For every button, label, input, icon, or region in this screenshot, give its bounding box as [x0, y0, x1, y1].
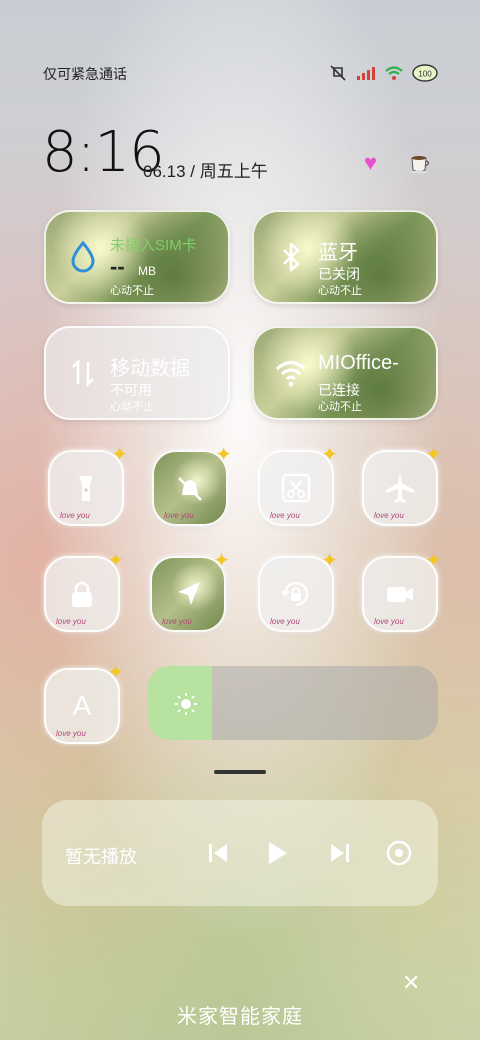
lock-icon [64, 576, 100, 612]
scissors-icon [278, 470, 314, 506]
screenshot-button[interactable]: ✦ love you [258, 444, 338, 526]
mobile-data-tile-title: 移动数据 [110, 358, 190, 380]
bluetooth-tile-title: 蓝牙 [318, 242, 358, 264]
love-you-text: love you [60, 511, 90, 520]
wifi-icon [274, 356, 308, 390]
wifi-tile-status: 已连接 [318, 382, 360, 398]
clock-date: 06.13 / 周五上午 [143, 162, 268, 181]
love-you-text: love you [374, 617, 404, 626]
media-player: 暂无播放 [42, 800, 438, 906]
love-you-text: love you [164, 511, 194, 520]
airplane-icon [382, 470, 418, 506]
media-status-text: 暂无播放 [65, 847, 137, 867]
sim-tile-value: -- [110, 254, 125, 279]
sparkle-icon: ✦ [425, 550, 442, 572]
screen-record-button[interactable]: ✦ love you [362, 550, 442, 632]
rotation-lock-button[interactable]: ✦ love you [258, 550, 338, 632]
love-you-text: love you [270, 511, 300, 520]
location-arrow-icon [170, 576, 206, 612]
brightness-slider[interactable] [148, 666, 438, 740]
mobile-data-arrows-icon [66, 356, 100, 390]
status-carrier-text: 仅可紧急通话 [43, 66, 127, 82]
wifi-tile[interactable]: MIOffice- 已连接 心动不止 [252, 326, 438, 420]
flashlight-icon [68, 470, 104, 506]
play-icon[interactable] [264, 838, 290, 868]
next-track-icon[interactable] [326, 838, 352, 868]
drag-handle[interactable] [214, 770, 266, 774]
sim-tile-unit: MB [138, 264, 156, 278]
wifi-status-icon [384, 65, 404, 86]
svg-text:100: 100 [418, 70, 432, 79]
rotation-lock-icon [278, 576, 314, 612]
bell-off-icon [172, 470, 208, 506]
heart-icon: ♥ [364, 150, 378, 175]
bluetooth-tile[interactable]: 蓝牙 已关闭 心动不止 [252, 210, 438, 304]
bluetooth-tile-note: 心动不止 [318, 285, 362, 297]
love-you-text: love you [56, 617, 86, 626]
sparkle-icon: ✦ [321, 444, 338, 466]
mute-status-icon [328, 65, 348, 86]
bluetooth-icon [274, 240, 308, 274]
water-drop-icon [66, 240, 100, 274]
sparkle-icon: ✦ [111, 444, 128, 466]
signal-icon [356, 66, 376, 85]
bluetooth-tile-status: 已关闭 [318, 266, 360, 282]
love-you-text: love you [270, 617, 300, 626]
auto-brightness-letter: A [72, 690, 92, 721]
sun-icon [174, 692, 198, 716]
close-icon[interactable]: ✕ [402, 970, 420, 996]
sparkle-icon: ✦ [215, 444, 232, 466]
sim-tile-note: 心动不止 [110, 285, 154, 297]
smart-home-title: 米家智能家庭 [177, 1006, 303, 1028]
airplane-mode-button[interactable]: ✦ love you [362, 444, 442, 526]
wifi-tile-note: 心动不止 [318, 401, 362, 413]
previous-track-icon[interactable] [206, 838, 232, 868]
sim-data-tile[interactable]: 未插入SIM卡 -- MB 心动不止 [44, 210, 230, 304]
sparkle-icon: ✦ [213, 550, 230, 572]
audio-output-icon[interactable] [384, 838, 414, 868]
sparkle-icon: ✦ [107, 550, 124, 572]
love-you-text: love you [374, 511, 404, 520]
sparkle-icon: ✦ [107, 662, 124, 684]
love-you-text: love you [162, 617, 192, 626]
coffee-icon [408, 150, 434, 180]
sparkle-icon: ✦ [321, 550, 338, 572]
screen-lock-button[interactable]: ✦ love you [44, 550, 124, 632]
location-button[interactable]: ✦ love you [150, 550, 230, 632]
sim-tile-title: 未插入SIM卡 [110, 237, 197, 254]
mobile-data-tile-status: 不可用 [110, 382, 152, 398]
mute-button[interactable]: ✦ love you [152, 444, 232, 526]
auto-brightness-button[interactable]: ✦ A love you [44, 662, 124, 744]
sparkle-icon: ✦ [425, 444, 442, 466]
status-icons: 100 [328, 64, 438, 87]
battery-icon: 100 [412, 64, 438, 87]
flashlight-button[interactable]: ✦ love you [48, 444, 128, 526]
mobile-data-tile[interactable]: 移动数据 不可用 心动不止 [44, 326, 230, 420]
mobile-data-tile-note: 心动不止 [110, 401, 154, 413]
wifi-tile-title: MIOffice- [318, 352, 399, 374]
video-camera-icon [382, 576, 418, 612]
love-you-text: love you [56, 729, 86, 738]
